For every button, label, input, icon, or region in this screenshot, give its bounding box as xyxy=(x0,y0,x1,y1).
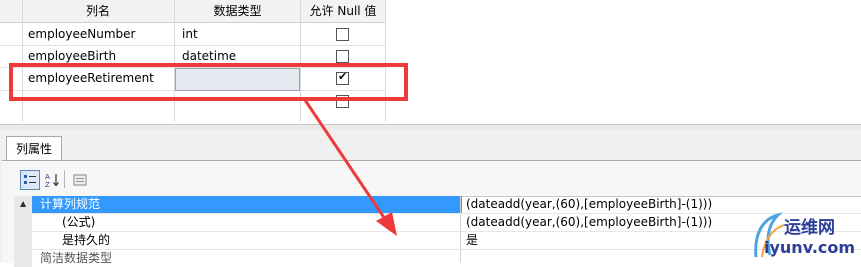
watermark-logo: 运维网 iyunv.com xyxy=(748,205,861,262)
annotation-arrow xyxy=(303,99,397,236)
watermark-brand: 运维网 xyxy=(784,218,835,238)
watermark-domain: iyunv.com xyxy=(764,238,856,257)
